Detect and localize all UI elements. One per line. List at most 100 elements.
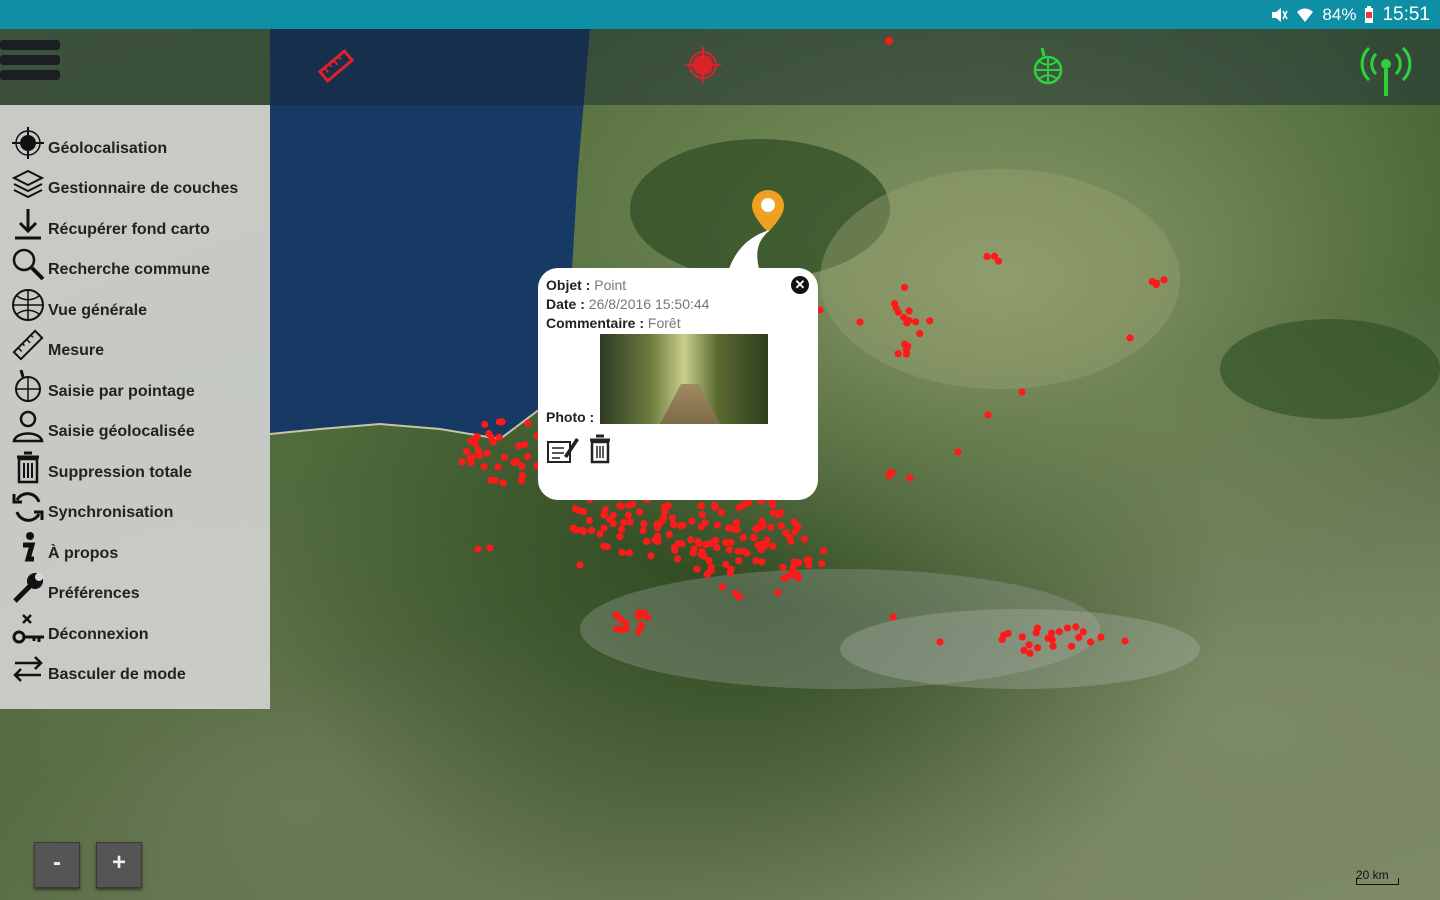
point-marker[interactable] bbox=[734, 547, 742, 556]
point-marker[interactable] bbox=[705, 557, 713, 565]
point-marker[interactable] bbox=[659, 514, 667, 522]
point-marker[interactable] bbox=[779, 563, 787, 572]
point-marker[interactable] bbox=[894, 350, 902, 358]
point-marker[interactable] bbox=[750, 534, 758, 542]
point-marker[interactable] bbox=[499, 479, 507, 487]
point-marker[interactable] bbox=[518, 471, 527, 479]
trash-icon[interactable] bbox=[588, 434, 612, 464]
point-marker[interactable] bbox=[486, 544, 494, 552]
point-marker[interactable] bbox=[890, 299, 899, 308]
point-marker[interactable] bbox=[717, 508, 726, 517]
point-marker[interactable] bbox=[521, 440, 529, 449]
point-marker[interactable] bbox=[905, 316, 913, 325]
point-marker[interactable] bbox=[1075, 633, 1083, 642]
point-marker[interactable] bbox=[710, 501, 719, 509]
point-marker[interactable] bbox=[494, 463, 502, 471]
point-marker[interactable] bbox=[713, 544, 721, 552]
point-marker[interactable] bbox=[724, 524, 733, 532]
point-marker[interactable] bbox=[688, 517, 696, 525]
point-marker[interactable] bbox=[495, 418, 504, 426]
menu-item-about[interactable]: À propos bbox=[10, 527, 268, 565]
point-marker[interactable] bbox=[617, 626, 625, 634]
photo-thumbnail[interactable] bbox=[600, 334, 768, 424]
point-marker[interactable] bbox=[1018, 388, 1026, 396]
point-marker[interactable] bbox=[739, 533, 747, 542]
menu-item-download-basemap[interactable]: Récupérer fond carto bbox=[10, 203, 268, 241]
point-marker[interactable] bbox=[467, 453, 476, 461]
point-marker[interactable] bbox=[1025, 641, 1033, 649]
point-marker[interactable] bbox=[994, 257, 1003, 265]
point-marker[interactable] bbox=[1048, 629, 1056, 637]
point-marker[interactable] bbox=[616, 502, 624, 510]
point-marker[interactable] bbox=[624, 511, 632, 519]
point-marker[interactable] bbox=[664, 501, 672, 509]
point-marker[interactable] bbox=[668, 514, 677, 522]
point-marker[interactable] bbox=[458, 458, 466, 466]
point-marker[interactable] bbox=[906, 474, 914, 482]
point-marker[interactable] bbox=[780, 574, 788, 582]
point-marker[interactable] bbox=[671, 546, 679, 554]
point-marker[interactable] bbox=[763, 536, 771, 544]
point-marker[interactable] bbox=[740, 501, 748, 509]
point-marker[interactable] bbox=[637, 621, 645, 630]
antenna-icon[interactable] bbox=[1358, 42, 1414, 98]
point-marker[interactable] bbox=[674, 555, 682, 563]
point-marker[interactable] bbox=[635, 609, 643, 617]
point-marker[interactable] bbox=[936, 638, 944, 646]
point-marker[interactable] bbox=[894, 308, 902, 316]
point-marker[interactable] bbox=[731, 525, 740, 534]
point-marker[interactable] bbox=[777, 522, 785, 530]
menu-item-point-entry[interactable]: Saisie par pointage bbox=[10, 365, 268, 403]
point-marker[interactable] bbox=[480, 463, 488, 471]
point-marker[interactable] bbox=[510, 458, 518, 467]
point-marker[interactable] bbox=[1032, 629, 1040, 637]
point-marker[interactable] bbox=[733, 518, 741, 527]
point-marker[interactable] bbox=[800, 535, 808, 543]
point-marker[interactable] bbox=[791, 528, 799, 536]
point-marker[interactable] bbox=[626, 518, 634, 526]
point-marker[interactable] bbox=[900, 283, 909, 291]
point-marker[interactable] bbox=[689, 549, 697, 557]
point-marker[interactable] bbox=[669, 520, 678, 529]
point-marker[interactable] bbox=[905, 307, 913, 315]
point-marker[interactable] bbox=[518, 462, 526, 470]
point-marker[interactable] bbox=[524, 453, 532, 461]
point-marker[interactable] bbox=[769, 501, 777, 509]
point-marker[interactable] bbox=[1067, 642, 1076, 650]
point-marker[interactable] bbox=[758, 558, 766, 566]
menu-item-overview[interactable]: Vue générale bbox=[10, 284, 268, 322]
crosshair-icon[interactable] bbox=[684, 46, 722, 84]
point-marker[interactable] bbox=[1034, 644, 1042, 652]
point-marker[interactable] bbox=[653, 520, 661, 528]
point-marker[interactable] bbox=[674, 539, 682, 548]
point-marker[interactable] bbox=[752, 557, 760, 565]
menu-item-delete-all[interactable]: Suppression totale bbox=[10, 446, 268, 484]
point-marker[interactable] bbox=[1018, 633, 1026, 641]
point-marker[interactable] bbox=[616, 532, 624, 541]
point-marker[interactable] bbox=[725, 546, 733, 554]
point-marker[interactable] bbox=[1126, 334, 1134, 342]
point-marker[interactable] bbox=[1048, 636, 1056, 644]
point-marker[interactable] bbox=[643, 537, 651, 546]
point-marker[interactable] bbox=[769, 509, 777, 517]
point-marker[interactable] bbox=[984, 411, 992, 419]
point-marker[interactable] bbox=[485, 430, 493, 438]
point-marker[interactable] bbox=[916, 329, 924, 338]
point-marker[interactable] bbox=[1160, 276, 1168, 284]
point-marker[interactable] bbox=[620, 518, 628, 526]
point-marker[interactable] bbox=[856, 318, 864, 326]
point-marker[interactable] bbox=[640, 520, 648, 528]
point-marker[interactable] bbox=[491, 476, 499, 484]
point-marker[interactable] bbox=[495, 433, 503, 441]
point-marker[interactable] bbox=[818, 560, 826, 568]
point-marker[interactable] bbox=[912, 318, 920, 326]
point-marker[interactable] bbox=[1152, 281, 1160, 289]
point-marker[interactable] bbox=[753, 523, 762, 532]
point-marker[interactable] bbox=[819, 547, 828, 555]
point-marker[interactable] bbox=[483, 449, 491, 457]
point-marker[interactable] bbox=[600, 524, 608, 532]
point-marker[interactable] bbox=[600, 511, 608, 519]
point-marker[interactable] bbox=[1097, 633, 1105, 641]
point-marker[interactable] bbox=[651, 536, 659, 544]
point-marker[interactable] bbox=[596, 530, 604, 538]
